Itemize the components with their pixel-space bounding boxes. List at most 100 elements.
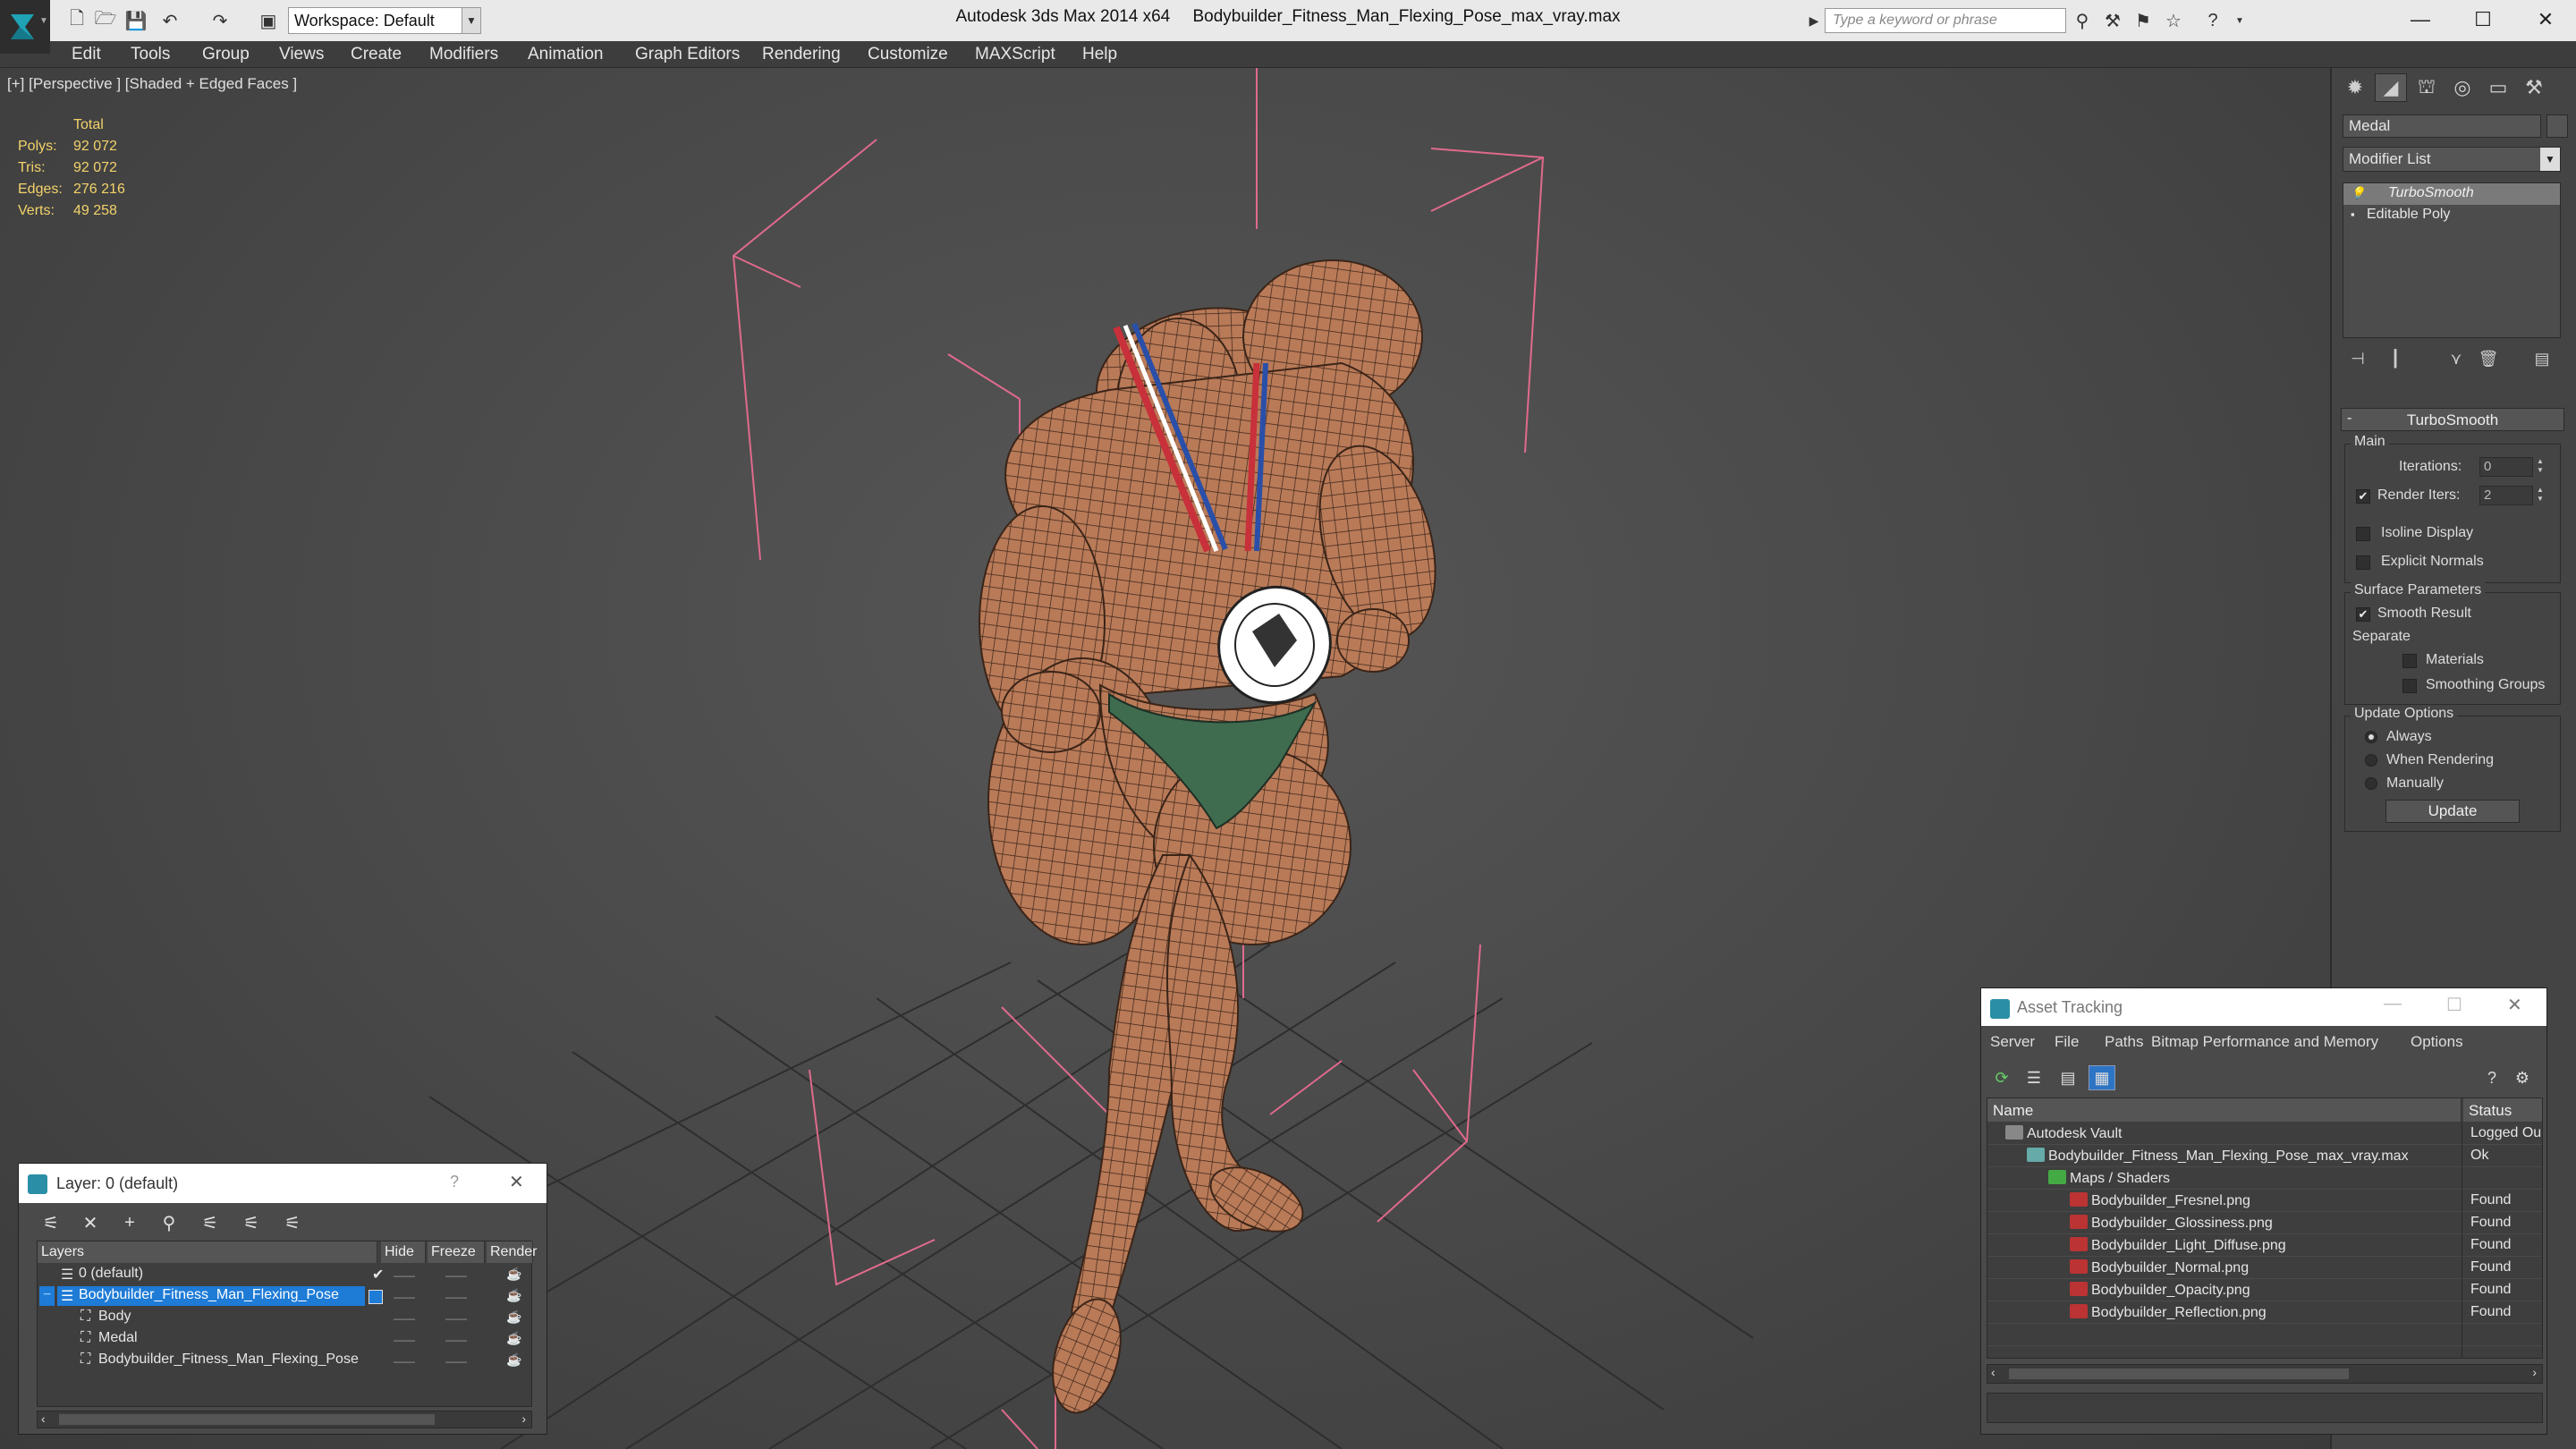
column-render[interactable]: Render xyxy=(487,1241,537,1263)
hide-toggle[interactable]: —— xyxy=(394,1355,415,1368)
menu-maxscript[interactable]: MAXScript xyxy=(975,45,1055,64)
help-icon[interactable]: ? xyxy=(2200,8,2225,33)
menu-views[interactable]: Views xyxy=(279,45,324,64)
minimize-icon[interactable]: — xyxy=(2384,994,2402,1014)
modify-tab-icon[interactable]: ◢ xyxy=(2375,73,2407,102)
viewport-label[interactable]: [+] [Perspective ] [Shaded + Edged Faces… xyxy=(7,75,297,93)
spinner-arrows-icon[interactable]: ▲ ▼ xyxy=(2535,486,2546,505)
list-view-icon[interactable]: ☰ xyxy=(2021,1065,2047,1090)
chevron-right-icon[interactable]: › xyxy=(521,1411,526,1426)
add-to-layer-icon[interactable]: + xyxy=(115,1210,144,1235)
turbosmooth-rollout-header[interactable]: - TurboSmooth xyxy=(2341,408,2564,431)
show-end-result-icon[interactable]: ┃ xyxy=(2380,345,2411,372)
menu-help[interactable]: Help xyxy=(1082,45,1117,64)
object-name-field[interactable]: Medal xyxy=(2343,114,2541,138)
tree-view-icon[interactable]: ▤ xyxy=(2055,1065,2081,1090)
chevron-left-icon[interactable]: ‹ xyxy=(41,1411,46,1426)
workspace-menu-button[interactable]: ▼ xyxy=(462,7,481,34)
communication-center-icon[interactable]: ⚑ xyxy=(2131,8,2156,33)
close-button[interactable]: ✕ xyxy=(2519,4,2572,36)
save-file-icon[interactable]: 💾 xyxy=(123,8,148,33)
asset-path-field[interactable] xyxy=(1987,1393,2543,1423)
hide-toggle[interactable]: —— xyxy=(394,1269,415,1282)
workspace-dropdown[interactable]: Workspace: Default ▼ xyxy=(288,7,481,34)
modifier-list-dropdown[interactable]: Modifier List ▼ xyxy=(2343,147,2561,172)
redo-icon[interactable]: ↷ xyxy=(208,8,233,33)
menu-graph-editors[interactable]: Graph Editors xyxy=(635,45,740,64)
render-teapot-icon[interactable]: ☕ xyxy=(506,1267,521,1282)
chevron-down-icon[interactable]: ▼ xyxy=(2227,8,2252,33)
layer-row[interactable]: ⛶ Body —— —— ☕ xyxy=(38,1308,531,1329)
hide-toggle[interactable]: —— xyxy=(394,1312,415,1325)
update-button[interactable]: Update xyxy=(2385,800,2520,823)
column-status[interactable]: Status xyxy=(2463,1098,2542,1122)
lightbulb-icon[interactable]: 💡 xyxy=(2351,186,2367,200)
object-color-swatch[interactable] xyxy=(2546,114,2568,138)
search-expand-icon[interactable]: ▶ xyxy=(1801,8,1826,33)
column-name[interactable]: Name xyxy=(1987,1098,2462,1122)
hide-toggle[interactable]: —— xyxy=(394,1291,415,1303)
freeze-toggle[interactable]: —— xyxy=(445,1355,467,1368)
explicit-normals-checkbox[interactable] xyxy=(2356,555,2370,570)
motion-tab-icon[interactable]: ◎ xyxy=(2446,73,2479,102)
render-iters-checkbox[interactable]: ✔ xyxy=(2356,489,2370,504)
freeze-all-layers-icon[interactable]: ⚟ xyxy=(278,1210,307,1235)
always-radio[interactable] xyxy=(2365,731,2377,743)
minimize-button[interactable]: — xyxy=(2394,4,2447,36)
select-objects-icon[interactable]: ⚲ xyxy=(155,1210,183,1235)
asset-row[interactable]: Bodybuilder_Fitness_Man_Flexing_Pose_max… xyxy=(1987,1145,2542,1167)
menu-options[interactable]: Options xyxy=(2411,1033,2463,1051)
freeze-toggle[interactable]: —— xyxy=(445,1291,467,1303)
spinner-arrows-icon[interactable]: ▲ ▼ xyxy=(2535,457,2546,477)
utilities-tab-icon[interactable]: ⚒ xyxy=(2518,73,2550,102)
menu-tools[interactable]: Tools xyxy=(131,45,170,64)
asset-dialog-titlebar[interactable]: Asset Tracking — ☐ ✕ xyxy=(1981,988,2546,1026)
collapse-icon[interactable]: − xyxy=(39,1286,55,1306)
manually-radio[interactable] xyxy=(2365,777,2377,790)
display-tab-icon[interactable]: ▭ xyxy=(2482,73,2514,102)
asset-row[interactable]: Bodybuilder_Opacity.png Found xyxy=(1987,1279,2542,1301)
make-unique-icon[interactable]: ⋎ xyxy=(2441,345,2471,372)
search-input[interactable]: Type a keyword or phrase xyxy=(1825,8,2066,33)
iterations-spinner[interactable]: 0 xyxy=(2479,457,2533,477)
layer-dialog-titlebar[interactable]: Layer: 0 (default) ? ✕ xyxy=(19,1164,547,1203)
column-hide[interactable]: Hide xyxy=(381,1241,426,1263)
expand-plus-icon[interactable]: ▪ xyxy=(2351,208,2367,221)
scroll-thumb[interactable] xyxy=(2009,1368,2349,1379)
horizontal-scrollbar[interactable]: ‹ › xyxy=(37,1411,532,1428)
asset-row[interactable]: Bodybuilder_Glossiness.png Found xyxy=(1987,1212,2542,1234)
isoline-display-checkbox[interactable] xyxy=(2356,527,2370,541)
stack-item-editable-poly[interactable]: ▪ Editable Poly xyxy=(2343,205,2560,226)
render-teapot-icon[interactable]: ☕ xyxy=(506,1331,521,1346)
settings-icon[interactable]: ⚙ xyxy=(2509,1065,2536,1090)
menu-edit[interactable]: Edit xyxy=(72,45,101,64)
render-teapot-icon[interactable]: ☕ xyxy=(506,1288,521,1303)
current-layer-check-icon[interactable]: ✔ xyxy=(369,1265,387,1284)
horizontal-scrollbar[interactable]: ‹ › xyxy=(1987,1364,2543,1384)
maximize-button[interactable]: ☐ xyxy=(2456,4,2510,36)
asset-row[interactable]: Bodybuilder_Reflection.png Found xyxy=(1987,1301,2542,1324)
smooth-result-checkbox[interactable]: ✔ xyxy=(2356,607,2370,622)
favorites-star-icon[interactable]: ☆ xyxy=(2161,8,2186,33)
freeze-toggle[interactable]: —— xyxy=(445,1334,467,1346)
menu-customize[interactable]: Customize xyxy=(868,45,948,64)
materials-checkbox[interactable] xyxy=(2402,654,2417,668)
when-rendering-radio[interactable] xyxy=(2365,754,2377,767)
pin-stack-icon[interactable]: ⊣ xyxy=(2343,345,2373,372)
hierarchy-tab-icon[interactable]: ⛫ xyxy=(2411,73,2443,102)
set-current-box[interactable] xyxy=(369,1290,383,1304)
table-view-icon[interactable]: ▦ xyxy=(2089,1065,2115,1090)
close-icon[interactable]: ✕ xyxy=(509,1171,524,1193)
new-file-icon[interactable]: 🗋 xyxy=(64,8,89,33)
maximize-icon[interactable]: ☐ xyxy=(2446,994,2462,1016)
chevron-left-icon[interactable]: ‹ xyxy=(1991,1365,1996,1379)
asset-row[interactable]: Maps / Shaders xyxy=(1987,1167,2542,1190)
asset-row[interactable]: Bodybuilder_Fresnel.png Found xyxy=(1987,1190,2542,1212)
menu-create[interactable]: Create xyxy=(351,45,402,64)
stack-item-turbosmooth[interactable]: 💡 TurboSmooth xyxy=(2343,183,2560,205)
menu-file[interactable]: File xyxy=(2055,1033,2079,1051)
smoothing-groups-checkbox[interactable] xyxy=(2402,679,2417,693)
column-freeze[interactable]: Freeze xyxy=(428,1241,485,1263)
menu-bitmap-performance[interactable]: Bitmap Performance and Memory xyxy=(2151,1033,2378,1051)
app-logo-button[interactable]: ▼ xyxy=(0,0,50,54)
